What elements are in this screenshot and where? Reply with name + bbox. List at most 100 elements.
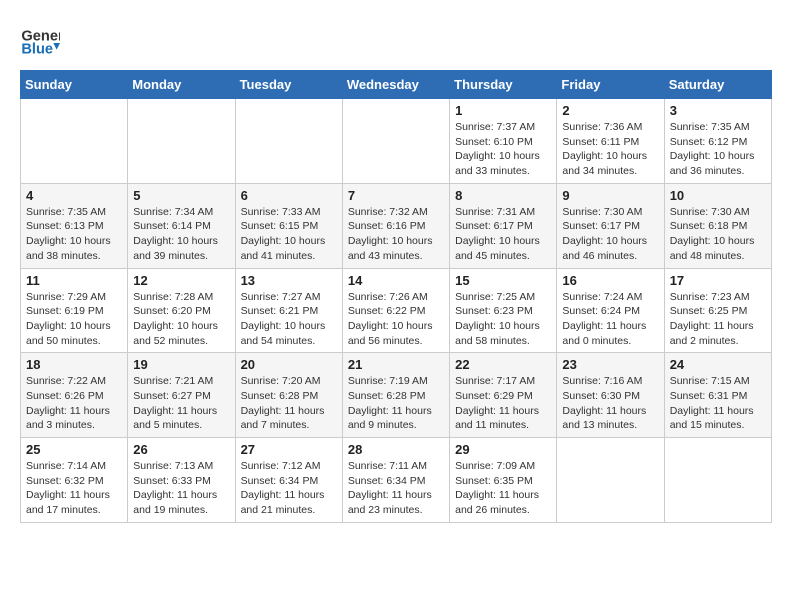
day-number: 25 <box>26 442 122 457</box>
calendar-cell <box>21 99 128 184</box>
calendar-cell: 17 Sunrise: 7:23 AM Sunset: 6:25 PM Dayli… <box>664 268 771 353</box>
day-info: Sunrise: 7:21 AM Sunset: 6:27 PM Dayligh… <box>133 374 229 433</box>
day-number: 13 <box>241 273 337 288</box>
calendar-cell: 10 Sunrise: 7:30 AM Sunset: 6:18 PM Dayli… <box>664 183 771 268</box>
day-number: 2 <box>562 103 658 118</box>
calendar-cell: 24 Sunrise: 7:15 AM Sunset: 6:31 PM Dayli… <box>664 353 771 438</box>
day-number: 22 <box>455 357 551 372</box>
calendar-cell: 11Sunrise: 7:29 AM Sunset: 6:19 PM Dayli… <box>21 268 128 353</box>
day-info: Sunrise: 7:09 AM Sunset: 6:35 PM Dayligh… <box>455 459 551 518</box>
day-number: 1 <box>455 103 551 118</box>
page-header: General Blue <box>20 20 772 60</box>
calendar-cell: 29 Sunrise: 7:09 AM Sunset: 6:35 PM Dayli… <box>450 438 557 523</box>
calendar-cell: 8 Sunrise: 7:31 AM Sunset: 6:17 PM Daylig… <box>450 183 557 268</box>
calendar-cell: 16 Sunrise: 7:24 AM Sunset: 6:24 PM Dayli… <box>557 268 664 353</box>
calendar-cell: 6 Sunrise: 7:33 AM Sunset: 6:15 PM Daylig… <box>235 183 342 268</box>
day-number: 8 <box>455 188 551 203</box>
day-info: Sunrise: 7:19 AM Sunset: 6:28 PM Dayligh… <box>348 374 444 433</box>
calendar-cell: 12 Sunrise: 7:28 AM Sunset: 6:20 PM Dayli… <box>128 268 235 353</box>
weekday-header: Monday <box>128 71 235 99</box>
calendar-cell: 7 Sunrise: 7:32 AM Sunset: 6:16 PM Daylig… <box>342 183 449 268</box>
calendar-cell: 25 Sunrise: 7:14 AM Sunset: 6:32 PM Dayli… <box>21 438 128 523</box>
day-info: Sunrise: 7:22 AM Sunset: 6:26 PM Dayligh… <box>26 374 122 433</box>
day-info: Sunrise: 7:36 AM Sunset: 6:11 PM Dayligh… <box>562 120 658 179</box>
day-number: 29 <box>455 442 551 457</box>
calendar-cell: 15 Sunrise: 7:25 AM Sunset: 6:23 PM Dayli… <box>450 268 557 353</box>
calendar-cell: 18 Sunrise: 7:22 AM Sunset: 6:26 PM Dayli… <box>21 353 128 438</box>
calendar-cell: 3 Sunrise: 7:35 AM Sunset: 6:12 PM Daylig… <box>664 99 771 184</box>
day-info: Sunrise: 7:15 AM Sunset: 6:31 PM Dayligh… <box>670 374 766 433</box>
day-number: 7 <box>348 188 444 203</box>
weekday-header: Sunday <box>21 71 128 99</box>
day-number: 20 <box>241 357 337 372</box>
day-number: 28 <box>348 442 444 457</box>
day-number: 5 <box>133 188 229 203</box>
day-number: 24 <box>670 357 766 372</box>
weekday-header: Wednesday <box>342 71 449 99</box>
calendar-cell: 2 Sunrise: 7:36 AM Sunset: 6:11 PM Daylig… <box>557 99 664 184</box>
calendar-cell: 23 Sunrise: 7:16 AM Sunset: 6:30 PM Dayli… <box>557 353 664 438</box>
day-info: Sunrise: 7:34 AM Sunset: 6:14 PM Dayligh… <box>133 205 229 264</box>
day-info: Sunrise: 7:24 AM Sunset: 6:24 PM Dayligh… <box>562 290 658 349</box>
calendar-cell: 14 Sunrise: 7:26 AM Sunset: 6:22 PM Dayli… <box>342 268 449 353</box>
calendar-cell: 21 Sunrise: 7:19 AM Sunset: 6:28 PM Dayli… <box>342 353 449 438</box>
weekday-header: Saturday <box>664 71 771 99</box>
calendar-cell <box>664 438 771 523</box>
day-number: 16 <box>562 273 658 288</box>
day-info: Sunrise: 7:32 AM Sunset: 6:16 PM Dayligh… <box>348 205 444 264</box>
calendar-cell: 1 Sunrise: 7:37 AM Sunset: 6:10 PM Daylig… <box>450 99 557 184</box>
day-info: Sunrise: 7:33 AM Sunset: 6:15 PM Dayligh… <box>241 205 337 264</box>
day-info: Sunrise: 7:11 AM Sunset: 6:34 PM Dayligh… <box>348 459 444 518</box>
weekday-header: Thursday <box>450 71 557 99</box>
day-number: 21 <box>348 357 444 372</box>
calendar-table: SundayMondayTuesdayWednesdayThursdayFrid… <box>20 70 772 523</box>
day-info: Sunrise: 7:25 AM Sunset: 6:23 PM Dayligh… <box>455 290 551 349</box>
calendar-cell: 5 Sunrise: 7:34 AM Sunset: 6:14 PM Daylig… <box>128 183 235 268</box>
day-info: Sunrise: 7:31 AM Sunset: 6:17 PM Dayligh… <box>455 205 551 264</box>
day-info: Sunrise: 7:14 AM Sunset: 6:32 PM Dayligh… <box>26 459 122 518</box>
calendar-cell: 28 Sunrise: 7:11 AM Sunset: 6:34 PM Dayli… <box>342 438 449 523</box>
day-number: 11 <box>26 273 122 288</box>
day-info: Sunrise: 7:12 AM Sunset: 6:34 PM Dayligh… <box>241 459 337 518</box>
logo: General Blue <box>20 20 64 60</box>
day-number: 19 <box>133 357 229 372</box>
day-info: Sunrise: 7:23 AM Sunset: 6:25 PM Dayligh… <box>670 290 766 349</box>
day-number: 17 <box>670 273 766 288</box>
day-number: 6 <box>241 188 337 203</box>
calendar-cell: 4 Sunrise: 7:35 AM Sunset: 6:13 PM Daylig… <box>21 183 128 268</box>
day-info: Sunrise: 7:16 AM Sunset: 6:30 PM Dayligh… <box>562 374 658 433</box>
calendar-cell: 22 Sunrise: 7:17 AM Sunset: 6:29 PM Dayli… <box>450 353 557 438</box>
day-number: 15 <box>455 273 551 288</box>
day-number: 23 <box>562 357 658 372</box>
weekday-header: Friday <box>557 71 664 99</box>
calendar-cell <box>557 438 664 523</box>
day-number: 4 <box>26 188 122 203</box>
day-number: 18 <box>26 357 122 372</box>
calendar-cell: 9 Sunrise: 7:30 AM Sunset: 6:17 PM Daylig… <box>557 183 664 268</box>
calendar-cell: 27 Sunrise: 7:12 AM Sunset: 6:34 PM Dayli… <box>235 438 342 523</box>
day-number: 9 <box>562 188 658 203</box>
day-info: Sunrise: 7:37 AM Sunset: 6:10 PM Dayligh… <box>455 120 551 179</box>
day-number: 12 <box>133 273 229 288</box>
day-info: Sunrise: 7:13 AM Sunset: 6:33 PM Dayligh… <box>133 459 229 518</box>
day-number: 10 <box>670 188 766 203</box>
calendar-header: SundayMondayTuesdayWednesdayThursdayFrid… <box>21 71 772 99</box>
day-number: 27 <box>241 442 337 457</box>
day-number: 14 <box>348 273 444 288</box>
calendar-cell: 20 Sunrise: 7:20 AM Sunset: 6:28 PM Dayli… <box>235 353 342 438</box>
calendar-cell <box>342 99 449 184</box>
day-info: Sunrise: 7:35 AM Sunset: 6:12 PM Dayligh… <box>670 120 766 179</box>
day-info: Sunrise: 7:30 AM Sunset: 6:17 PM Dayligh… <box>562 205 658 264</box>
svg-text:Blue: Blue <box>21 42 53 58</box>
day-info: Sunrise: 7:35 AM Sunset: 6:13 PM Dayligh… <box>26 205 122 264</box>
day-info: Sunrise: 7:26 AM Sunset: 6:22 PM Dayligh… <box>348 290 444 349</box>
calendar-cell: 19 Sunrise: 7:21 AM Sunset: 6:27 PM Dayli… <box>128 353 235 438</box>
day-info: Sunrise: 7:30 AM Sunset: 6:18 PM Dayligh… <box>670 205 766 264</box>
day-info: Sunrise: 7:27 AM Sunset: 6:21 PM Dayligh… <box>241 290 337 349</box>
day-number: 3 <box>670 103 766 118</box>
day-info: Sunrise: 7:17 AM Sunset: 6:29 PM Dayligh… <box>455 374 551 433</box>
weekday-header: Tuesday <box>235 71 342 99</box>
day-info: Sunrise: 7:20 AM Sunset: 6:28 PM Dayligh… <box>241 374 337 433</box>
day-info: Sunrise: 7:28 AM Sunset: 6:20 PM Dayligh… <box>133 290 229 349</box>
calendar-cell: 13 Sunrise: 7:27 AM Sunset: 6:21 PM Dayli… <box>235 268 342 353</box>
